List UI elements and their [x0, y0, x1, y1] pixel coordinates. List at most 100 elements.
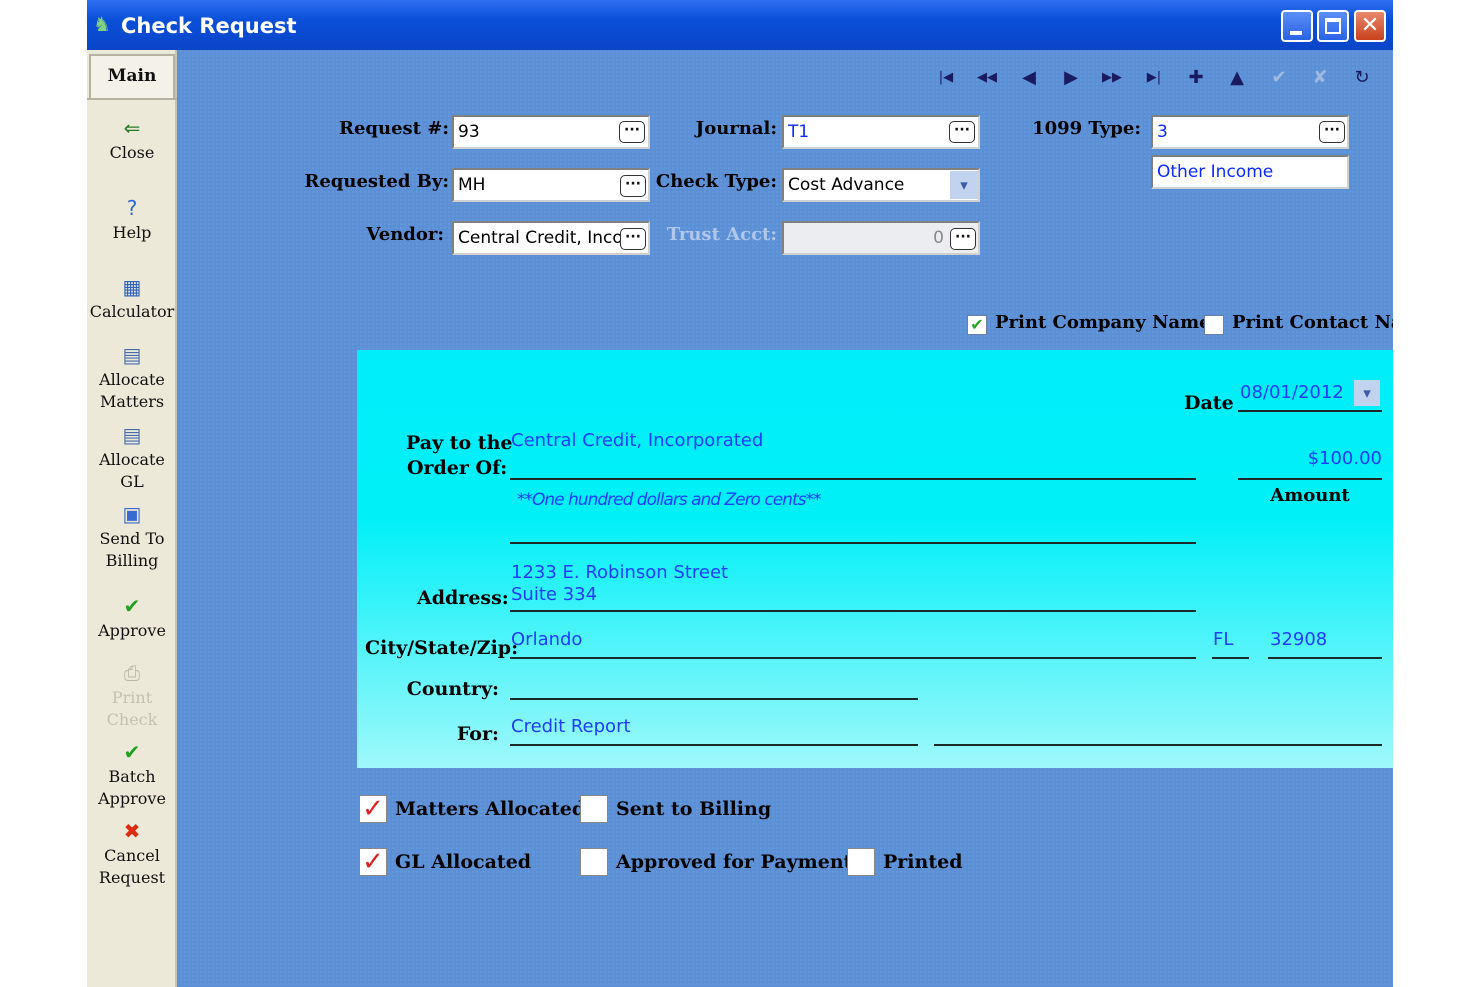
refresh-icon[interactable]: ↻ — [1345, 64, 1379, 92]
door-exit-icon: ⇐ — [123, 116, 141, 140]
address-line-2: Suite 334 — [511, 584, 598, 605]
maximize-icon[interactable] — [1317, 10, 1349, 42]
gl-allocated-label: GL Allocated — [395, 851, 532, 873]
sidebar-item-send-to-billing[interactable]: ▣ Send To Billing — [87, 502, 177, 572]
tag-icon[interactable]: ✎ — [1386, 64, 1393, 92]
gl-allocated-checkbox[interactable]: ✓ — [359, 848, 387, 876]
signature-line — [934, 744, 1382, 746]
state-line — [1212, 657, 1249, 659]
payee-line — [510, 478, 1196, 480]
checkmark-icon: ✔ — [970, 315, 984, 334]
amount-words-line — [510, 542, 1196, 544]
window-title: Check Request — [121, 14, 297, 38]
sidebar-item-label: Send To — [99, 529, 165, 548]
memo-line — [510, 744, 918, 746]
address-line — [510, 610, 1196, 612]
close-icon[interactable]: ✕ — [1354, 10, 1386, 42]
printer-icon: ⎙ — [124, 661, 140, 685]
amount-line — [1238, 478, 1382, 480]
sidebar-item-close[interactable]: ⇐ Close — [87, 116, 177, 164]
sent-to-billing-checkbox[interactable] — [580, 795, 608, 823]
last-record-icon[interactable]: ▶| — [1137, 64, 1171, 92]
journal-value: T1 — [788, 122, 810, 142]
sidebar-item-help[interactable]: ? Help — [87, 196, 177, 244]
sidebar-item-label: Help — [112, 223, 152, 242]
sidebar-item-label: Close — [109, 143, 155, 162]
sidebar-item-calculator[interactable]: ▦ Calculator — [87, 275, 177, 323]
check-request-window: ♞ Check Request ✕ Main ⇐ Close? Help ▦ Calcu… — [87, 0, 1393, 987]
checkmark-icon: ✔ — [123, 594, 141, 618]
request-number-value: 93 — [458, 122, 480, 142]
city-value: Orlando — [511, 629, 583, 650]
payee-value: Central Credit, Incorporated — [511, 430, 764, 451]
zip-line — [1268, 657, 1382, 659]
cancel-edit-icon[interactable]: ✘ — [1303, 64, 1337, 92]
sidebar-item-cancel-request[interactable]: ✖ Cancel Request — [87, 819, 177, 889]
sidebar-item-label: Cancel — [104, 846, 160, 865]
minimize-icon[interactable] — [1281, 10, 1313, 42]
city-state-zip-label: City/State/Zip: — [365, 637, 519, 659]
journal-label: Journal: — [695, 118, 777, 139]
sidebar-item-label: Billing — [105, 551, 159, 570]
state-value: FL — [1213, 629, 1234, 650]
previous-page-icon[interactable]: ◀◀ — [970, 64, 1004, 92]
sidebar-item-label: Approve — [98, 621, 166, 640]
pay-to-label: Pay to the — [406, 432, 513, 454]
type-1099-value: 3 — [1157, 122, 1168, 142]
chevron-down-icon[interactable]: ▾ — [950, 171, 978, 199]
first-record-icon[interactable]: |◀ — [929, 64, 963, 92]
sidebar-item-label: Check — [106, 710, 158, 729]
trust-acct-lookup-button[interactable]: ··· — [950, 228, 976, 250]
printed-checkbox[interactable] — [847, 848, 875, 876]
sidebar-item-allocate-gl[interactable]: ▤ Allocate GL — [87, 423, 177, 493]
type-1099-description: Other Income — [1151, 155, 1349, 189]
title-bar[interactable]: ♞ Check Request ✕ — [87, 0, 1393, 50]
matters-allocated-checkbox[interactable]: ✓ — [359, 795, 387, 823]
type-1099-description-text: Other Income — [1157, 162, 1274, 182]
help-icon: ? — [126, 196, 138, 220]
approved-for-payment-label: Approved for Payment — [616, 851, 853, 873]
amount-value: $100.00 — [1307, 448, 1382, 469]
country-line — [510, 698, 918, 700]
check-type-value: Cost Advance — [788, 175, 905, 195]
matters-allocated-label: Matters Allocated — [395, 798, 586, 820]
sidebar-item-label: GL — [120, 472, 144, 491]
check-type-label: Check Type: — [655, 171, 777, 192]
calculator-icon: ▦ — [122, 275, 142, 299]
next-page-icon[interactable]: ▶▶ — [1095, 64, 1129, 92]
amount-in-words: **One hundred dollars and Zero cents** — [517, 490, 821, 510]
vendor-label: Vendor: — [366, 224, 444, 245]
sidebar-item-allocate-matters[interactable]: ▤ Allocate Matters — [87, 343, 177, 413]
type-1099-lookup-button[interactable]: ··· — [1319, 121, 1345, 143]
print-company-name-checkbox[interactable]: ✔ — [967, 315, 987, 335]
checkmark-icon: ✓ — [362, 847, 384, 877]
check-preview: Date 08/01/2012 ▾ Pay to the Order Of: C… — [357, 350, 1393, 768]
trust-acct-value: 0 — [933, 228, 944, 248]
chevron-down-icon[interactable]: ▾ — [1354, 380, 1380, 406]
sidebar-item-print-check[interactable]: ⎙ Print Check — [87, 661, 177, 731]
add-record-icon[interactable]: ✚ — [1179, 64, 1213, 92]
batch-approve-icon: ✔ — [123, 740, 141, 764]
city-line — [510, 657, 1196, 659]
next-record-icon[interactable]: ▶ — [1054, 64, 1088, 92]
sidebar-item-label: Matters — [99, 392, 165, 411]
tab-main[interactable]: Main — [89, 54, 175, 98]
order-of-label: Order Of: — [407, 457, 508, 479]
sidebar-item-batch-approve[interactable]: ✔ Batch Approve — [87, 740, 177, 810]
previous-record-icon[interactable]: ◀ — [1012, 64, 1046, 92]
sidebar-item-label: Calculator — [89, 302, 175, 321]
sidebar-item-label: Request — [98, 868, 166, 887]
sidebar-item-approve[interactable]: ✔ Approve — [87, 594, 177, 642]
main-form-area: |◀◀◀◀▶▶▶▶|✚▲✔✘↻✎✐ Request #: 93 ··· Jour… — [179, 50, 1393, 987]
approved-for-payment-checkbox[interactable] — [580, 848, 608, 876]
checkmark-icon: ✓ — [362, 794, 384, 824]
edit-up-icon[interactable]: ▲ — [1220, 64, 1254, 92]
cancel-x-icon: ✖ — [123, 819, 141, 843]
send-to-billing-icon: ▣ — [122, 502, 142, 526]
date-picker[interactable]: 08/01/2012 ▾ — [1238, 380, 1382, 412]
request-number-label: Request #: — [339, 118, 449, 139]
print-company-name-label: Print Company Name — [995, 312, 1211, 333]
type-1099-label: 1099 Type: — [1032, 118, 1141, 139]
print-contact-name-checkbox[interactable] — [1204, 315, 1224, 335]
save-check-icon[interactable]: ✔ — [1262, 64, 1296, 92]
